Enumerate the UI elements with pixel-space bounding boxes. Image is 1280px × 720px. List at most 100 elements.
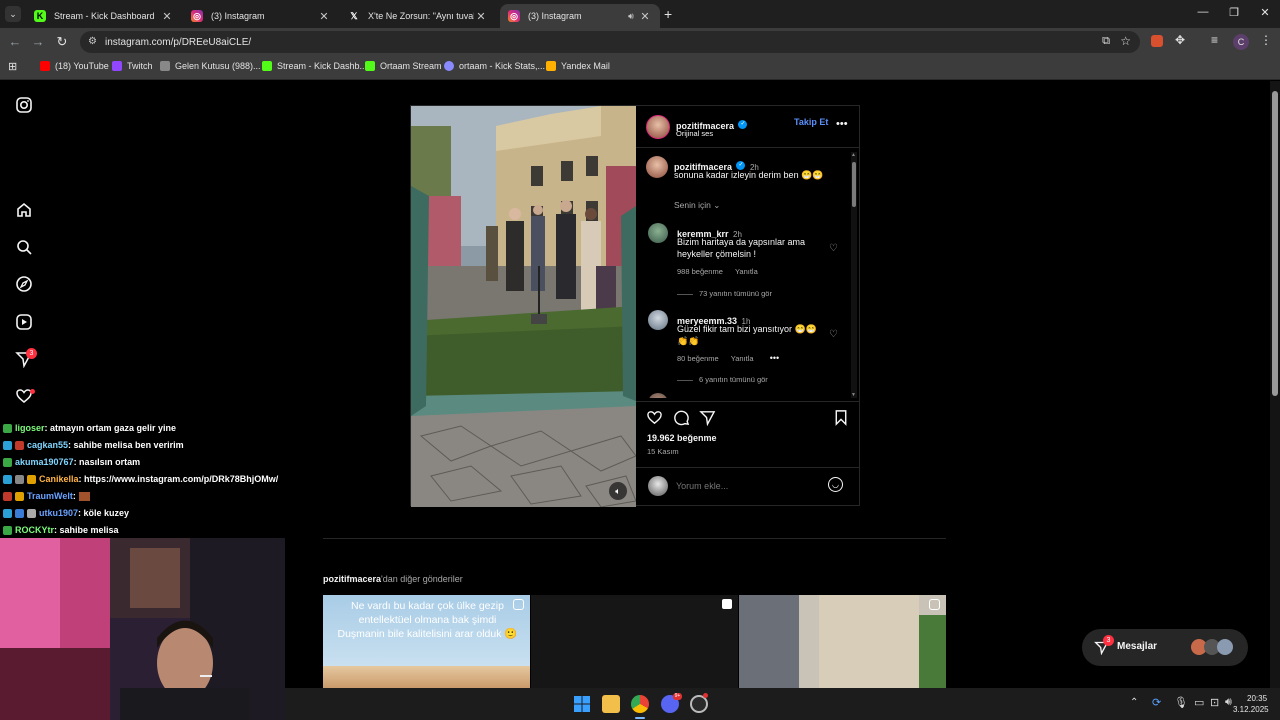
mute-button[interactable]: 🔈︎ <box>609 482 627 500</box>
instagram-logo-icon[interactable] <box>15 96 33 114</box>
comment-likes[interactable]: 988 beğenme <box>677 267 723 276</box>
scroll-up-icon[interactable]: ▲ <box>851 152 856 158</box>
bookmark-youtube[interactable]: (18) YouTube <box>40 61 109 71</box>
notification-dot <box>30 389 35 394</box>
tab-x[interactable]: 𝕏 X'te Ne Zorsun: "Aynı tuvalete ✕ <box>340 4 496 28</box>
close-window-button[interactable]: ✕ <box>1250 6 1280 19</box>
search-icon[interactable] <box>15 238 33 256</box>
reel-video[interactable]: 🔈︎ <box>411 106 636 507</box>
close-tab-icon[interactable]: ✕ <box>317 10 331 23</box>
speaker-icon[interactable]: 🔊︎ <box>624 11 638 22</box>
page-scrollbar[interactable] <box>1270 81 1280 688</box>
back-icon[interactable]: ← <box>7 34 23 49</box>
comment-sort-dropdown[interactable]: Senin için ⌄ <box>674 200 720 211</box>
comment-like-heart-icon[interactable]: ♡ <box>829 329 838 340</box>
file-explorer-icon[interactable] <box>602 695 620 713</box>
reply-button[interactable]: Yanıtla <box>735 267 758 276</box>
thumbnail-scene <box>323 666 530 688</box>
chat-badge-icon <box>15 440 24 450</box>
more-post-thumbnail-1[interactable]: Ne vardı bu kadar çok ülke gezip entelle… <box>323 595 530 688</box>
tray-mic-icon[interactable]: 🎙︎ <box>1174 696 1188 709</box>
home-icon[interactable] <box>15 201 33 219</box>
comment-avatar[interactable] <box>648 310 668 330</box>
address-bar[interactable]: ⚙︎ instagram.com/p/DREeU8aiCLE/ ⧉ ☆ <box>80 31 1140 53</box>
emoji-icon[interactable]: ◡ <box>828 477 843 492</box>
explore-icon[interactable] <box>15 275 33 293</box>
bookmark-kick-dashboard[interactable]: Stream - Kick Dashb... <box>262 61 367 71</box>
comment-avatar[interactable] <box>648 223 668 243</box>
new-tab-button[interactable]: + <box>664 6 672 22</box>
view-replies[interactable]: 6 yanıtın tümünü gör <box>677 375 768 384</box>
messages-button[interactable]: 3 Mesajlar <box>1082 629 1248 666</box>
windows-start-icon[interactable] <box>573 695 591 713</box>
comments-scrollbar[interactable]: ▲ ▼ <box>851 152 857 398</box>
like-count[interactable]: 19.962 beğenme <box>647 433 717 443</box>
more-post-thumbnail-3[interactable] <box>739 595 946 688</box>
more-posts-user[interactable]: pozitifmacera <box>323 574 381 584</box>
reply-button[interactable]: Yanıtla <box>731 354 754 363</box>
scrollbar-thumb[interactable] <box>852 162 856 207</box>
tab-search-icon[interactable]: ⌄ <box>5 6 21 22</box>
kick-icon <box>262 61 272 71</box>
bookmark-kick-stats[interactable]: ortaam - Kick Stats,... <box>444 61 545 71</box>
tray-chevron-icon[interactable]: ⌃ <box>1130 697 1138 708</box>
author-avatar[interactable] <box>646 115 670 139</box>
chat-badge-icon <box>3 491 12 501</box>
comment-bubble-icon[interactable] <box>673 409 690 431</box>
reload-icon[interactable]: ↻ <box>54 34 70 50</box>
comment-likes[interactable]: 80 beğenme <box>677 354 719 363</box>
audio-label[interactable]: Orijinal ses <box>676 129 713 138</box>
scroll-down-icon[interactable]: ▼ <box>851 392 856 398</box>
tab-instagram-1[interactable]: ◎ (3) Instagram ✕ <box>183 4 339 28</box>
tray-volume-icon[interactable]: 🔊︎ <box>1225 696 1232 709</box>
minimize-button[interactable]: — <box>1188 6 1218 18</box>
close-tab-icon[interactable]: ✕ <box>638 10 652 23</box>
comment-avatar[interactable] <box>648 393 668 398</box>
view-replies[interactable]: 73 yanıtın tümünü gör <box>677 289 772 298</box>
tab-instagram-active[interactable]: ◎ (3) Instagram 🔊︎ ✕ <box>500 4 660 28</box>
more-options-icon[interactable]: ••• <box>836 118 848 130</box>
apps-grid-icon[interactable]: ⊞ <box>8 60 17 73</box>
media-control-icon[interactable]: ≡ <box>1211 33 1218 47</box>
page-scrollbar-thumb[interactable] <box>1272 91 1278 396</box>
like-heart-icon[interactable] <box>646 409 663 431</box>
tray-sync-icon[interactable]: ⟳ <box>1152 696 1161 709</box>
close-tab-icon[interactable]: ✕ <box>160 10 174 23</box>
comment-like-heart-icon[interactable]: ♡ <box>829 243 838 254</box>
tab-kick-dashboard[interactable]: K Stream - Kick Dashboard ✕ <box>26 4 182 28</box>
site-info-icon[interactable]: ⚙︎ <box>88 36 97 47</box>
profile-avatar[interactable]: C <box>1233 34 1249 50</box>
bookmark-star-icon[interactable]: ☆ <box>1120 34 1131 48</box>
mail-icon <box>160 61 170 71</box>
extension-icon[interactable] <box>1151 35 1163 47</box>
clock-date[interactable]: 3.12.2025 <box>1233 705 1269 714</box>
caption-avatar[interactable] <box>646 156 668 178</box>
extensions-puzzle-icon[interactable]: ✥ <box>1175 33 1185 47</box>
close-tab-icon[interactable]: ✕ <box>474 10 488 23</box>
more-post-thumbnail-2[interactable] <box>531 595 738 688</box>
bookmark-inbox[interactable]: Gelen Kutusu (988)... <box>160 61 261 71</box>
restore-button[interactable]: ❐ <box>1219 6 1249 19</box>
reels-icon[interactable] <box>15 313 33 331</box>
forward-icon[interactable]: → <box>30 34 46 49</box>
share-icon[interactable] <box>699 409 716 431</box>
chrome-icon[interactable] <box>631 695 649 713</box>
tab-title: X'te Ne Zorsun: "Aynı tuvalete <box>368 11 474 21</box>
chat-emote-image <box>78 491 90 501</box>
bookmark-twitch[interactable]: Twitch <box>112 61 153 71</box>
clock-time[interactable]: 20:35 <box>1247 694 1267 703</box>
menu-icon[interactable]: ⋮ <box>1260 33 1272 47</box>
bookmark-ortaam-stream[interactable]: Ortaam Stream <box>365 61 442 71</box>
chat-badge-icon <box>15 474 24 484</box>
bookmark-yandex-mail[interactable]: Yandex Mail <box>546 61 610 71</box>
comment-more-icon[interactable]: ••• <box>770 353 779 363</box>
comment-input[interactable] <box>676 479 816 493</box>
comments-scroll-area[interactable]: pozitifmacera ✓ 2h sonuna kadar izleyin … <box>636 148 860 398</box>
comment-box-divider <box>636 467 860 468</box>
save-bookmark-icon[interactable] <box>833 409 849 431</box>
tray-network-icon[interactable]: ⊡ <box>1210 696 1219 709</box>
carousel-icon <box>722 599 732 609</box>
follow-button[interactable]: Takip Et <box>794 117 828 127</box>
tray-display-icon[interactable]: ▭ <box>1194 696 1204 709</box>
install-app-icon[interactable]: ⧉ <box>1102 35 1110 48</box>
